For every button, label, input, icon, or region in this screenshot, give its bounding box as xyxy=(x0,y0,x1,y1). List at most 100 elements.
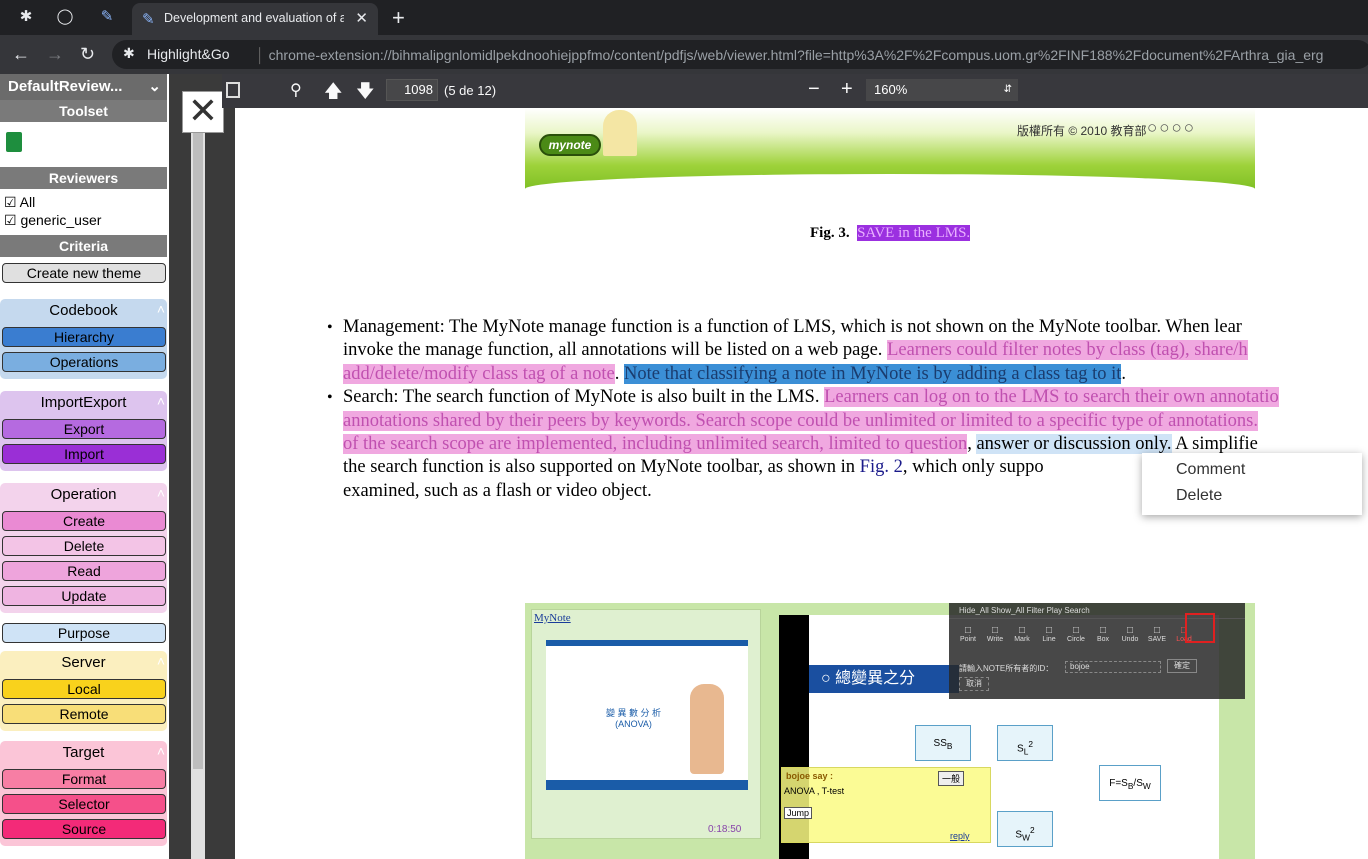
address-bar-row: ← → ↻ ✱ Highlight&Go │ chrome-extension:… xyxy=(0,35,1368,74)
mynote-tool-label: SAVE xyxy=(1147,636,1167,643)
text-line: of the search scope are implemented, inc… xyxy=(343,433,1258,457)
reload-icon[interactable]: ↻ xyxy=(80,44,95,65)
cc-license-icon: ○○○○ xyxy=(1147,118,1197,137)
video-time: 0:18:50 xyxy=(708,824,742,835)
pen-icon[interactable]: ✎ xyxy=(98,8,116,26)
code-button-create[interactable]: Create xyxy=(2,511,166,531)
url-text: chrome-extension://bihmalipgnlomidlpekdn… xyxy=(268,47,1324,63)
code-button-format[interactable]: Format xyxy=(2,769,166,789)
url-field[interactable]: ✱ Highlight&Go │ chrome-extension://bihm… xyxy=(112,40,1368,69)
code-button-update[interactable]: Update xyxy=(2,586,166,606)
text-segment: Management: The MyNote manage function i… xyxy=(343,317,1242,337)
code-button-source[interactable]: Source xyxy=(2,819,166,839)
note-reply-link: reply xyxy=(950,831,970,841)
theme-group-purpose: Purpose xyxy=(0,623,169,645)
puzzle-icon[interactable]: ✱ xyxy=(17,8,35,26)
mynote-tool-label: Mark xyxy=(1014,636,1030,643)
highlighted-annotation[interactable]: answer or discussion only. xyxy=(976,434,1172,454)
close-tab-icon[interactable]: ✕ xyxy=(355,9,368,27)
code-button-export[interactable]: Export xyxy=(2,419,166,439)
forward-icon[interactable]: → xyxy=(46,44,64,65)
figure-link[interactable]: Fig. 2 xyxy=(860,457,903,477)
highlighted-annotation[interactable]: annotations shared by their peers by key… xyxy=(343,411,1258,431)
close-icon[interactable]: ✕ xyxy=(182,91,224,133)
zoom-out-icon[interactable]: − xyxy=(808,78,820,101)
zoom-in-icon[interactable]: + xyxy=(841,78,853,101)
tab-title: Development and evaluation of a xyxy=(164,11,344,25)
page-number-input[interactable]: 1098 xyxy=(386,79,438,101)
sidebar-toggle-icon[interactable] xyxy=(226,82,240,98)
sidebar-scrollbar[interactable] xyxy=(169,74,235,859)
chevron-down-icon: ⌄ xyxy=(148,78,161,95)
spreadsheet-icon[interactable] xyxy=(6,132,22,152)
highlighted-annotation[interactable]: Note that classifying a note in MyNote i… xyxy=(624,364,1122,384)
code-button-delete[interactable]: Delete xyxy=(2,536,166,556)
copyright-text: 版權所有 © 2010 教育部 xyxy=(1017,124,1147,138)
theme-codebook-header[interactable]: Codebook xyxy=(0,299,167,323)
note-jump-button: Jump xyxy=(784,807,813,819)
create-theme-button[interactable]: Create new theme xyxy=(2,263,166,283)
active-tab[interactable]: ✎ Development and evaluation of a ✕ xyxy=(132,3,378,35)
review-dropdown[interactable]: DefaultReview... ⌄ xyxy=(0,74,167,100)
video-title: 變 異 數 分 析 xyxy=(606,708,662,718)
reviewer-generic-user[interactable]: ☑ generic_user xyxy=(4,212,101,229)
text-segment: . xyxy=(614,364,625,384)
confirm-button: 確定 xyxy=(1167,659,1197,673)
mynote-logo: mynote xyxy=(539,134,601,156)
theme-server-header[interactable]: Server xyxy=(0,651,167,675)
mynote-tool-label: Point xyxy=(960,636,976,643)
code-button-operations[interactable]: Operations xyxy=(2,352,166,372)
theme-group-target: Target ˄ Format Selector Source xyxy=(0,741,169,846)
code-button-hierarchy[interactable]: Hierarchy xyxy=(2,327,166,347)
mynote-tool-circle: □ Circle xyxy=(1067,625,1085,643)
back-icon[interactable]: ← xyxy=(12,44,30,65)
extension-icon: ✱ xyxy=(123,45,135,61)
review-title: DefaultReview... xyxy=(8,78,123,95)
video-subtitle: (ANOVA) xyxy=(615,719,652,729)
highlighted-annotation[interactable]: of the search scope are implemented, inc… xyxy=(343,434,968,454)
code-button-import[interactable]: Import xyxy=(2,444,166,464)
theme-target-header[interactable]: Target xyxy=(0,741,167,765)
previous-page-icon[interactable]: 🡅 xyxy=(324,79,343,109)
globe-icon[interactable]: ◯ xyxy=(56,8,74,26)
highlighted-annotation[interactable]: Learners could xyxy=(887,340,1003,360)
text-line: • Search: The search function of MyNote i… xyxy=(327,387,1279,407)
highlighted-annotation[interactable]: filter notes by class (tag), share/h xyxy=(1002,340,1248,360)
text-segment: Search: The search function of MyNote is… xyxy=(343,387,825,407)
text-segment: A simplifie xyxy=(1171,434,1258,454)
theme-operation-header[interactable]: Operation xyxy=(0,483,167,507)
reviewer-all[interactable]: ☑ All xyxy=(4,194,35,211)
mynote-tool-label: Line xyxy=(1042,636,1056,643)
theme-purpose-header[interactable]: Purpose xyxy=(2,623,166,643)
text-segment: invoke the manage function, all annotati… xyxy=(343,340,888,360)
text-line: examined, such as a flash or video objec… xyxy=(343,480,652,504)
chevron-up-icon[interactable]: ˄ xyxy=(157,301,165,317)
text-segment: the search function is also supported on… xyxy=(343,457,860,477)
next-page-icon[interactable]: 🡇 xyxy=(356,79,375,109)
load-highlight xyxy=(1185,613,1215,643)
note-dropdown: 一般 xyxy=(938,771,965,786)
context-menu-delete[interactable]: Delete xyxy=(1176,487,1222,505)
tab-strip: ✱ ◯ ✎ ✎ Development and evaluation of a … xyxy=(0,0,1368,35)
theme-importexport-header[interactable]: ImportExport xyxy=(0,391,167,415)
text-segment: . xyxy=(1121,364,1126,384)
zoom-select[interactable]: 160% ⇵ xyxy=(866,79,1018,101)
pdf-toolbar: ⚲ 🡅 🡇 1098 (5 de 12) − + 160% ⇵ xyxy=(222,74,1368,108)
highlighted-annotation[interactable]: Learners can log on to the LMS to search… xyxy=(824,387,1279,407)
chevron-up-icon[interactable]: ˄ xyxy=(157,393,165,409)
context-menu-comment[interactable]: Comment xyxy=(1176,461,1245,479)
code-button-remote[interactable]: Remote xyxy=(2,704,166,724)
theme-group-operation: Operation ˄ Create Delete Read Update xyxy=(0,483,169,613)
chevron-up-icon[interactable]: ˄ xyxy=(157,653,165,669)
highlighted-annotation[interactable]: add/delete/modify class tag of a note xyxy=(343,364,615,384)
code-button-read[interactable]: Read xyxy=(2,561,166,581)
code-button-local[interactable]: Local xyxy=(2,679,166,699)
search-icon[interactable]: ⚲ xyxy=(290,80,302,100)
new-tab-icon[interactable]: + xyxy=(392,5,405,31)
text-line: add/delete/modify class tag of a note. N… xyxy=(343,363,1126,387)
chevron-up-icon[interactable]: ˄ xyxy=(157,743,165,759)
theme-group-codebook: Codebook ˄ Hierarchy Operations xyxy=(0,299,169,379)
chevron-up-icon[interactable]: ˄ xyxy=(157,485,165,501)
code-button-selector[interactable]: Selector xyxy=(2,794,166,814)
mynote-tool-label: Undo xyxy=(1121,636,1139,643)
